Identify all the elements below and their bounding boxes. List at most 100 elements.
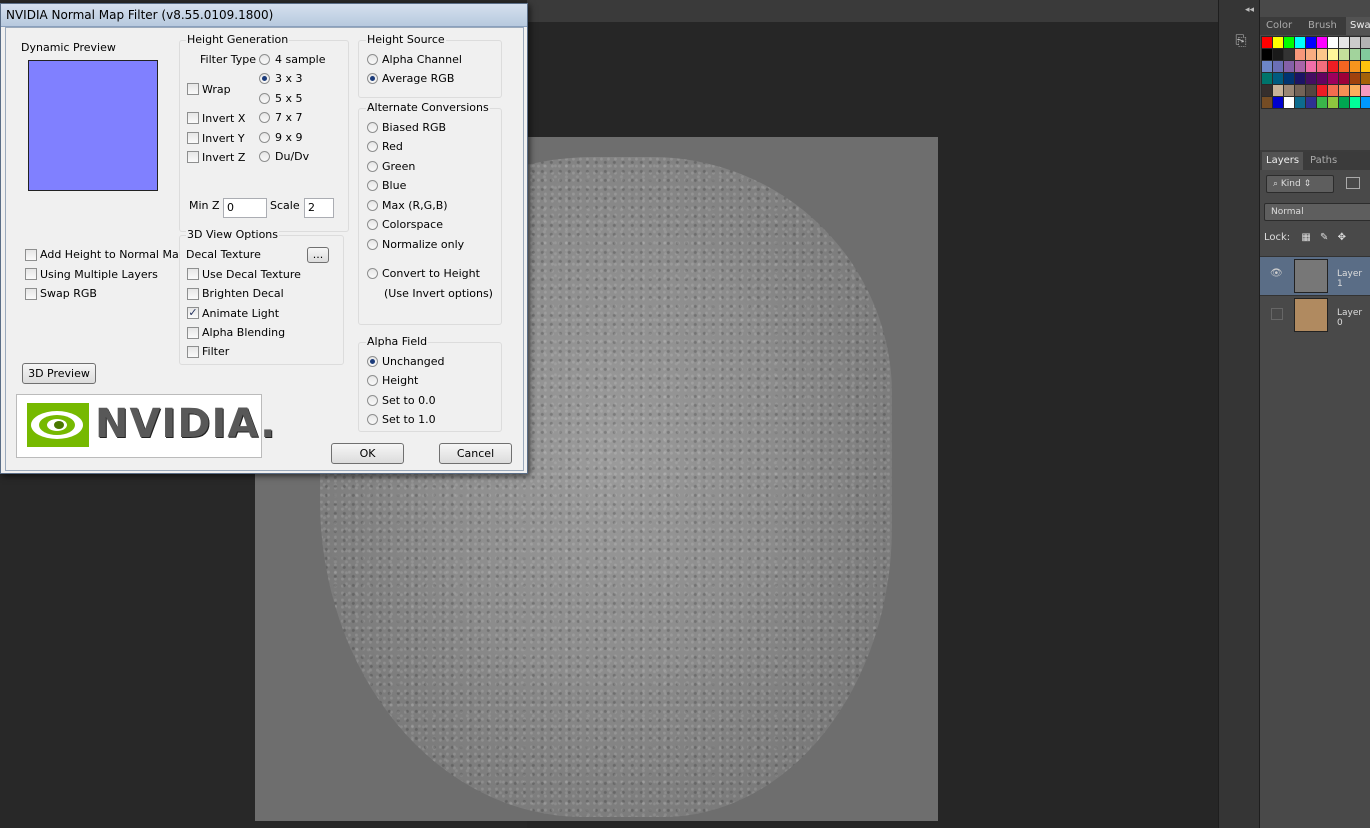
multiple-layers-checkbox[interactable] [25, 268, 37, 280]
dynamic-preview-label: Dynamic Preview [21, 41, 116, 54]
radio-blue[interactable] [367, 180, 378, 191]
filter-dudv-label: Du/Dv [275, 150, 310, 163]
lock-label: Lock: [1264, 232, 1291, 243]
tab-brush[interactable]: Brush [1304, 17, 1341, 35]
invert-z-checkbox[interactable] [187, 151, 199, 163]
radio-normalize-only[interactable] [367, 239, 378, 250]
alpha-blending-label: Alpha Blending [202, 326, 286, 339]
double-chevron-left-icon[interactable]: ◂◂ [1245, 5, 1254, 15]
radio-5x5[interactable] [259, 93, 270, 104]
layer-thumbnail [1294, 298, 1328, 332]
filter-4-sample-label: 4 sample [275, 53, 326, 66]
height-source-group [358, 40, 502, 98]
multiple-layers-label: Using Multiple Layers [40, 268, 158, 281]
scale-label: Scale [270, 199, 300, 212]
biased-rgb-label: Biased RGB [382, 121, 447, 134]
dialog-body: Dynamic Preview Height Generation Filter… [5, 27, 524, 471]
tab-color[interactable]: Color [1262, 17, 1296, 35]
colorspace-label: Colorspace [382, 218, 443, 231]
min-z-label: Min Z [189, 199, 220, 212]
invert-x-label: Invert X [202, 112, 246, 125]
wrap-label: Wrap [202, 83, 231, 96]
unchanged-label: Unchanged [382, 355, 445, 368]
eye-icon[interactable]: 👁 [1270, 268, 1283, 280]
color-panel-tabs: Color Brush Swa [1260, 17, 1370, 35]
blend-mode-select[interactable]: Normal [1264, 203, 1370, 221]
radio-3x3[interactable] [259, 73, 270, 84]
convert-to-height-label: Convert to Height [382, 267, 480, 280]
nvidia-logo: NVIDIA. [16, 394, 275, 458]
swap-rgb-label: Swap RGB [40, 287, 97, 300]
radio-7x7[interactable] [259, 112, 270, 123]
collapsed-panel-strip [1218, 0, 1260, 828]
blue-label: Blue [382, 179, 407, 192]
dynamic-preview-swatch [28, 60, 158, 191]
use-decal-label: Use Decal Texture [202, 268, 301, 281]
green-label: Green [382, 160, 416, 173]
layer-row[interactable]: Layer 0 [1260, 295, 1370, 334]
swatch[interactable] [1360, 96, 1370, 109]
lock-paint-icon[interactable]: ✎ [1320, 232, 1328, 243]
kind-label: Kind [1280, 179, 1301, 189]
radio-max-rgb[interactable] [367, 200, 378, 211]
invert-y-label: Invert Y [202, 132, 245, 145]
invert-z-label: Invert Z [202, 151, 246, 164]
radio-dudv[interactable] [259, 151, 270, 162]
radio-set-1[interactable] [367, 414, 378, 425]
use-decal-checkbox[interactable] [187, 268, 199, 280]
dialog-titlebar[interactable]: NVIDIA Normal Map Filter (v8.55.0109.180… [1, 4, 527, 27]
red-label: Red [382, 140, 403, 153]
tab-paths[interactable]: Paths [1306, 152, 1341, 170]
lock-transparent-icon[interactable]: ▦ [1301, 232, 1310, 243]
normal-map-filter-dialog: NVIDIA Normal Map Filter (v8.55.0109.180… [0, 3, 528, 474]
tab-layers[interactable]: Layers [1262, 152, 1304, 170]
decal-texture-label: Decal Texture [186, 248, 261, 261]
tab-swatches[interactable]: Swa [1346, 17, 1370, 35]
wrap-checkbox[interactable] [187, 83, 199, 95]
history-panel-icon[interactable]: ⎘ [1230, 30, 1252, 52]
swatches-grid [1261, 36, 1370, 109]
alpha-blending-checkbox[interactable] [187, 327, 199, 339]
swap-rgb-checkbox[interactable] [25, 288, 37, 300]
invert-options-note: (Use Invert options) [384, 287, 493, 300]
invert-y-checkbox[interactable] [187, 132, 199, 144]
radio-green[interactable] [367, 161, 378, 172]
blend-mode-value: Normal [1271, 207, 1304, 217]
filter-type-label: Filter Type [200, 53, 257, 66]
radio-colorspace[interactable] [367, 219, 378, 230]
ok-button[interactable]: OK [331, 443, 404, 464]
radio-height[interactable] [367, 375, 378, 386]
layer-filter-kind-select[interactable]: ⌕ Kind ⇕ [1266, 175, 1334, 193]
cancel-button[interactable]: Cancel [439, 443, 512, 464]
set-0-label: Set to 0.0 [382, 394, 436, 407]
nvidia-eye-icon [27, 403, 89, 447]
3d-preview-button[interactable]: 3D Preview [22, 363, 96, 384]
radio-average-rgb[interactable] [367, 73, 378, 84]
radio-4-sample[interactable] [259, 54, 270, 65]
radio-alpha-channel[interactable] [367, 54, 378, 65]
min-z-input[interactable]: 0 [223, 198, 267, 218]
radio-set-0[interactable] [367, 395, 378, 406]
average-rgb-label: Average RGB [382, 72, 455, 85]
filter-5x5-label: 5 x 5 [275, 92, 303, 105]
animate-light-checkbox[interactable]: ✓ [187, 307, 199, 319]
nvidia-logo-text: NVIDIA. [95, 401, 277, 447]
height-generation-title: Height Generation [186, 33, 290, 46]
browse-decal-button[interactable]: ... [307, 247, 329, 263]
layers-panel-tabs: Layers Paths [1260, 152, 1370, 170]
visibility-toggle[interactable] [1271, 308, 1283, 320]
scale-input[interactable]: 2 [304, 198, 334, 218]
image-filter-icon[interactable] [1346, 177, 1360, 189]
document-tab-strip [527, 0, 1218, 23]
radio-9x9[interactable] [259, 132, 270, 143]
radio-red[interactable] [367, 141, 378, 152]
radio-biased-rgb[interactable] [367, 122, 378, 133]
radio-unchanged[interactable] [367, 356, 378, 367]
layer-row[interactable]: 👁 Layer 1 [1260, 256, 1370, 295]
add-height-checkbox[interactable] [25, 249, 37, 261]
radio-convert-to-height[interactable] [367, 268, 378, 279]
lock-move-icon[interactable]: ✥ [1338, 232, 1346, 243]
invert-x-checkbox[interactable] [187, 112, 199, 124]
brighten-decal-checkbox[interactable] [187, 288, 199, 300]
filter-checkbox[interactable] [187, 346, 199, 358]
